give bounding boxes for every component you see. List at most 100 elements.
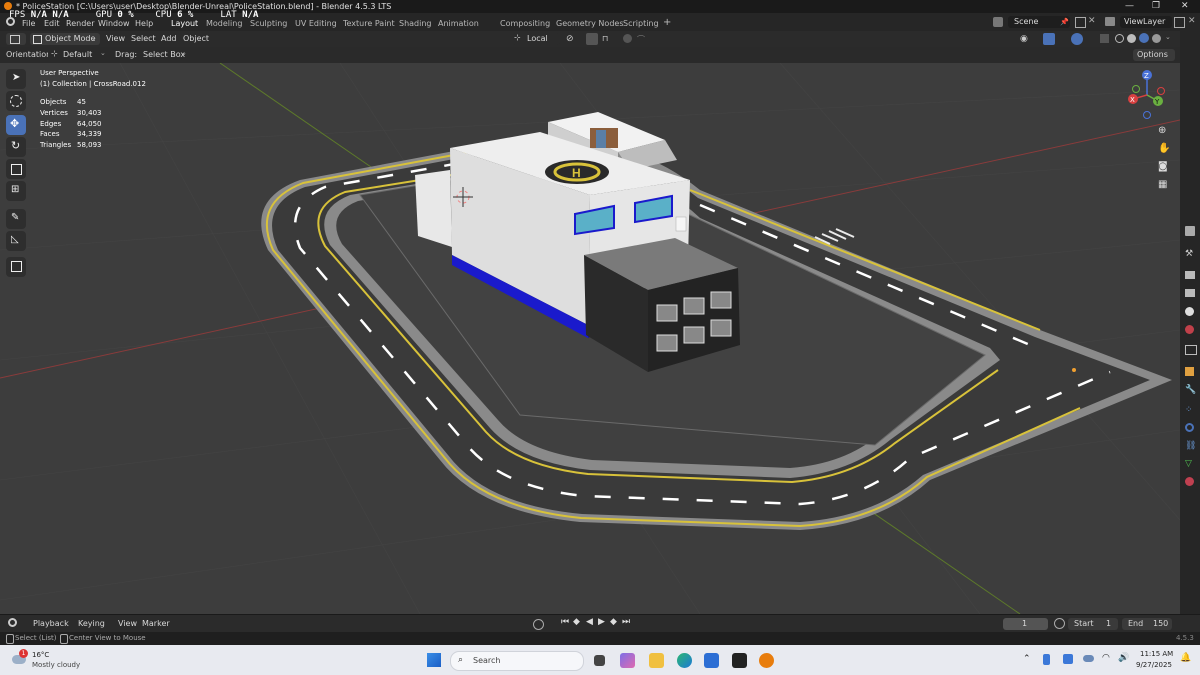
transform-orientation-selector[interactable]: ⊹ Local	[512, 33, 560, 45]
gizmo-toggle-icon[interactable]	[1043, 33, 1055, 45]
notifications-bell-icon[interactable]: 🔔	[1180, 653, 1191, 663]
particle-properties-icon[interactable]: ⁘	[1185, 405, 1193, 415]
auto-keying-icon[interactable]	[533, 619, 544, 630]
constraints-properties-icon[interactable]: ⛓	[1185, 441, 1196, 451]
move-tool[interactable]: ✥	[6, 115, 26, 135]
xray-icon[interactable]	[1100, 34, 1109, 43]
menu-help[interactable]: Help	[135, 19, 153, 28]
grid-view-icon[interactable]: ▦	[1158, 179, 1167, 190]
data-properties-icon[interactable]: ▽	[1185, 459, 1192, 469]
pivot-icon[interactable]: ⊘	[566, 34, 574, 44]
select-box-tool[interactable]: ➤	[6, 69, 26, 89]
tab-sculpting[interactable]: Sculpting	[250, 19, 287, 28]
menu-window[interactable]: Window	[98, 19, 130, 28]
add-workspace-button[interactable]: +	[663, 17, 671, 28]
menu-edit[interactable]: Edit	[44, 19, 60, 28]
menu-file[interactable]: File	[22, 19, 35, 28]
store-icon[interactable]	[704, 653, 719, 668]
gizmo-neg-z-handle[interactable]	[1143, 111, 1151, 119]
wifi-icon[interactable]: ◠	[1102, 653, 1110, 663]
volume-icon[interactable]: 🔊	[1118, 653, 1129, 663]
view-layer-properties-icon[interactable]	[1185, 289, 1195, 297]
jump-start-icon[interactable]: ⏮	[561, 617, 569, 627]
tab-geometry-nodes[interactable]: Geometry Nodes	[556, 19, 623, 28]
menu-render[interactable]: Render	[66, 19, 94, 28]
visibility-icon[interactable]: ◉	[1020, 34, 1028, 44]
gizmo-neg-x-handle[interactable]	[1157, 87, 1165, 95]
physics-properties-icon[interactable]	[1185, 423, 1194, 432]
navigation-gizmo[interactable]: Z Y X	[1122, 69, 1172, 121]
keying-menu[interactable]: Keying	[78, 619, 105, 628]
security-icon[interactable]	[1063, 654, 1073, 664]
options-button[interactable]: Options	[1133, 49, 1175, 61]
clock-time[interactable]: 11:15 AM	[1140, 650, 1173, 658]
material-properties-icon[interactable]	[1185, 477, 1194, 486]
current-frame-field[interactable]: 1	[1003, 618, 1048, 630]
start-frame-field[interactable]: Start 1	[1068, 618, 1118, 630]
shading-solid-icon[interactable]	[1127, 34, 1136, 43]
windows-start-icon[interactable]	[427, 653, 441, 667]
jump-end-icon[interactable]: ⏭	[622, 617, 630, 627]
menu-view[interactable]: View	[106, 34, 125, 43]
object-properties-icon[interactable]	[1185, 367, 1194, 376]
scene-icon[interactable]	[993, 17, 1003, 27]
tray-chevron-icon[interactable]: ⌃	[1023, 654, 1031, 664]
prev-keyframe-icon[interactable]: ◆	[573, 617, 580, 627]
delete-view-layer-icon[interactable]: ✕	[1188, 16, 1196, 26]
clock-icon[interactable]	[1054, 618, 1065, 629]
transform-tool[interactable]: ⊞	[6, 181, 26, 201]
tab-layout[interactable]: Layout	[171, 19, 198, 28]
file-explorer-icon[interactable]	[649, 653, 664, 668]
editor-type-selector[interactable]	[6, 33, 26, 45]
snap-icon[interactable]	[586, 33, 598, 45]
cloud-sync-icon[interactable]	[1083, 655, 1094, 662]
copilot-icon[interactable]	[620, 653, 635, 668]
drag-selector[interactable]: Select Box ⌄	[139, 49, 189, 61]
tab-uv-editing[interactable]: UV Editing	[295, 19, 337, 28]
shading-rendered-icon[interactable]	[1152, 34, 1161, 43]
menu-object[interactable]: Object	[183, 34, 209, 43]
snap-target-icon[interactable]: ⊓	[602, 34, 608, 43]
menu-select[interactable]: Select	[131, 34, 156, 43]
playback-menu[interactable]: Playback	[33, 619, 69, 628]
epic-games-icon[interactable]	[732, 653, 747, 668]
falloff-icon[interactable]: ⌒	[637, 34, 645, 45]
rotate-tool[interactable]: ↻	[6, 137, 26, 157]
bluetooth-icon[interactable]	[1043, 654, 1050, 665]
new-view-layer-icon[interactable]	[1174, 17, 1185, 28]
marker-menu[interactable]: Marker	[142, 619, 170, 628]
modifier-properties-icon[interactable]: 🔧	[1185, 385, 1196, 395]
add-cube-tool[interactable]	[6, 257, 26, 277]
measure-tool[interactable]: ◺	[6, 231, 26, 251]
tab-modeling[interactable]: Modeling	[206, 19, 242, 28]
pin-icon[interactable]: 📌	[1060, 18, 1069, 26]
zoom-icon[interactable]: ⊕	[1158, 125, 1166, 136]
proportional-edit-icon[interactable]	[623, 34, 632, 43]
clock-date[interactable]: 9/27/2025	[1136, 661, 1172, 669]
output-properties-icon[interactable]	[1185, 271, 1195, 279]
tab-scripting[interactable]: Scripting	[623, 19, 659, 28]
camera-view-icon[interactable]: ◙	[1158, 161, 1168, 172]
scene-properties-icon[interactable]	[1185, 307, 1194, 316]
task-view-icon[interactable]	[594, 655, 605, 666]
new-scene-icon[interactable]	[1075, 17, 1086, 28]
blender-taskbar-icon[interactable]	[759, 653, 774, 668]
3d-viewport[interactable]: H ➤ ✥ ↻ ⊞ ✎ ◺ User Perspective (1) Colle…	[0, 63, 1180, 614]
pan-hand-icon[interactable]: ✋	[1158, 143, 1170, 154]
maximize-button[interactable]: ❐	[1152, 1, 1160, 11]
shading-material-icon[interactable]	[1139, 33, 1149, 43]
scale-tool[interactable]	[6, 159, 26, 179]
overlay-toggle-icon[interactable]	[1071, 33, 1083, 45]
orientation-selector[interactable]: ⊹ Default ⌄	[48, 49, 108, 61]
view-layer-selector[interactable]: ViewLayer	[1120, 16, 1172, 28]
viewport-scene[interactable]: H	[0, 63, 1180, 614]
annotate-tool[interactable]: ✎	[6, 209, 26, 229]
timeline-view-menu[interactable]: View	[118, 619, 137, 628]
delete-scene-icon[interactable]: ✕	[1088, 16, 1096, 26]
tab-texture-paint[interactable]: Texture Paint	[343, 19, 395, 28]
close-button[interactable]: ✕	[1181, 1, 1189, 11]
tab-animation[interactable]: Animation	[438, 19, 479, 28]
timeline-editor-icon[interactable]	[8, 618, 17, 627]
minimize-button[interactable]: —	[1125, 1, 1134, 11]
shading-wireframe-icon[interactable]	[1115, 34, 1124, 43]
